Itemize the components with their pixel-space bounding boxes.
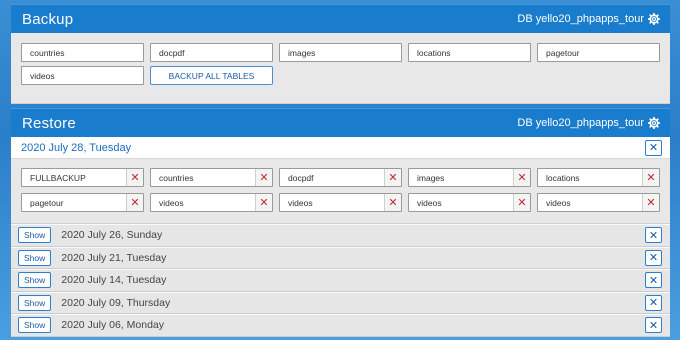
history-row-left: Show 2020 July 06, Monday: [18, 317, 164, 334]
history-date: 2020 July 14, Tuesday: [61, 274, 167, 287]
delete-backup-button[interactable]: ✕: [645, 317, 662, 334]
backup-title: Backup: [22, 10, 74, 28]
restore-header: Restore DB yello20_phpapps_tour: [11, 108, 670, 137]
backup-table-button[interactable]: locations: [408, 43, 531, 62]
restore-file-name[interactable]: FULLBACKUP: [22, 169, 126, 186]
history-row-left: Show 2020 July 26, Sunday: [18, 227, 163, 244]
restore-db-label-group: DB yello20_phpapps_tour: [517, 117, 660, 129]
restore-file-item[interactable]: countries ✕: [150, 168, 273, 187]
delete-backup-button[interactable]: ✕: [645, 227, 662, 244]
history-date: 2020 July 26, Sunday: [61, 229, 163, 242]
history-date: 2020 July 21, Tuesday: [61, 251, 167, 264]
delete-backup-button[interactable]: ✕: [645, 272, 662, 289]
restore-file-item[interactable]: videos ✕: [408, 193, 531, 212]
backup-all-tables-button[interactable]: BACKUP ALL TABLES: [150, 66, 273, 85]
restore-file-name[interactable]: images: [409, 169, 513, 186]
restore-file-name[interactable]: videos: [538, 194, 642, 211]
backup-table-button[interactable]: countries: [21, 43, 144, 62]
x-icon: ✕: [648, 274, 659, 287]
restore-file-name[interactable]: docpdf: [280, 169, 384, 186]
x-icon[interactable]: ✕: [642, 194, 659, 211]
backup-table-button[interactable]: videos: [21, 66, 144, 85]
restore-file-name[interactable]: pagetour: [22, 194, 126, 211]
gear-icon[interactable]: [648, 117, 660, 129]
restore-file-name[interactable]: countries: [151, 169, 255, 186]
x-icon[interactable]: ✕: [384, 169, 401, 186]
history-date: 2020 July 09, Thursday: [61, 296, 171, 309]
x-icon[interactable]: ✕: [642, 169, 659, 186]
x-icon: ✕: [648, 252, 659, 265]
history-row: Show 2020 July 26, Sunday ✕: [11, 224, 670, 247]
show-button[interactable]: Show: [18, 317, 52, 334]
x-icon[interactable]: ✕: [255, 194, 272, 211]
restore-db-label: DB yello20_phpapps_tour: [517, 117, 644, 129]
history-row: Show 2020 July 09, Thursday ✕: [11, 291, 670, 314]
backup-table-button[interactable]: pagetour: [537, 43, 660, 62]
show-button[interactable]: Show: [18, 227, 52, 244]
x-icon: ✕: [648, 297, 659, 310]
history-row-left: Show 2020 July 21, Tuesday: [18, 249, 167, 266]
x-icon: ✕: [648, 229, 659, 242]
x-icon[interactable]: ✕: [126, 194, 143, 211]
x-icon[interactable]: ✕: [255, 169, 272, 186]
restore-file-item[interactable]: images ✕: [408, 168, 531, 187]
backup-table-grid: countries docpdf images locations pageto…: [21, 43, 670, 85]
history-row: Show 2020 July 06, Monday ✕: [11, 314, 670, 337]
restore-file-name[interactable]: videos: [409, 194, 513, 211]
backup-header: Backup DB yello20_phpapps_tour: [11, 4, 670, 33]
backup-db-label: DB yello20_phpapps_tour: [517, 13, 644, 25]
restore-open-date-header: 2020 July 28, Tuesday ✕: [11, 137, 670, 159]
history-row: Show 2020 July 14, Tuesday ✕: [11, 269, 670, 292]
x-icon[interactable]: ✕: [513, 169, 530, 186]
x-icon: ✕: [648, 319, 659, 332]
restore-file-item[interactable]: videos ✕: [150, 193, 273, 212]
restore-file-grid: FULLBACKUP ✕ countries ✕ docpdf ✕ images ✕ l…: [21, 168, 670, 212]
close-date-button[interactable]: ✕: [645, 139, 662, 156]
delete-backup-button[interactable]: ✕: [645, 249, 662, 266]
restore-file-name[interactable]: videos: [151, 194, 255, 211]
history-row-left: Show 2020 July 14, Tuesday: [18, 272, 167, 289]
x-icon[interactable]: ✕: [384, 194, 401, 211]
restore-panel: Restore DB yello20_phpapps_tour 2020 Jul…: [11, 108, 670, 337]
gear-icon[interactable]: [648, 13, 660, 25]
x-icon[interactable]: ✕: [513, 194, 530, 211]
restore-title: Restore: [22, 114, 76, 132]
history-row-left: Show 2020 July 09, Thursday: [18, 294, 171, 311]
x-icon: ✕: [648, 142, 659, 154]
show-button[interactable]: Show: [18, 294, 52, 311]
backup-body: countries docpdf images locations pageto…: [11, 33, 670, 104]
restore-file-item[interactable]: locations ✕: [537, 168, 660, 187]
history-date: 2020 July 06, Monday: [61, 319, 164, 332]
restore-file-name[interactable]: videos: [280, 194, 384, 211]
restore-file-item[interactable]: videos ✕: [537, 193, 660, 212]
show-button[interactable]: Show: [18, 249, 52, 266]
restore-file-item[interactable]: docpdf ✕: [279, 168, 402, 187]
restore-file-item[interactable]: videos ✕: [279, 193, 402, 212]
x-icon[interactable]: ✕: [126, 169, 143, 186]
backup-table-button[interactable]: docpdf: [150, 43, 273, 62]
backup-table-button[interactable]: images: [279, 43, 402, 62]
restore-file-item[interactable]: pagetour ✕: [21, 193, 144, 212]
backup-db-label-group: DB yello20_phpapps_tour: [517, 13, 660, 25]
restore-history-list: Show 2020 July 26, Sunday ✕ Show 2020 Ju…: [11, 224, 670, 337]
restore-files-body: FULLBACKUP ✕ countries ✕ docpdf ✕ images ✕ l…: [11, 159, 670, 224]
backup-panel: Backup DB yello20_phpapps_tour countries…: [11, 4, 670, 104]
restore-file-item[interactable]: FULLBACKUP ✕: [21, 168, 144, 187]
history-row: Show 2020 July 21, Tuesday ✕: [11, 246, 670, 269]
restore-file-name[interactable]: locations: [538, 169, 642, 186]
show-button[interactable]: Show: [18, 272, 52, 289]
delete-backup-button[interactable]: ✕: [645, 294, 662, 311]
restore-open-date: 2020 July 28, Tuesday: [21, 141, 132, 154]
